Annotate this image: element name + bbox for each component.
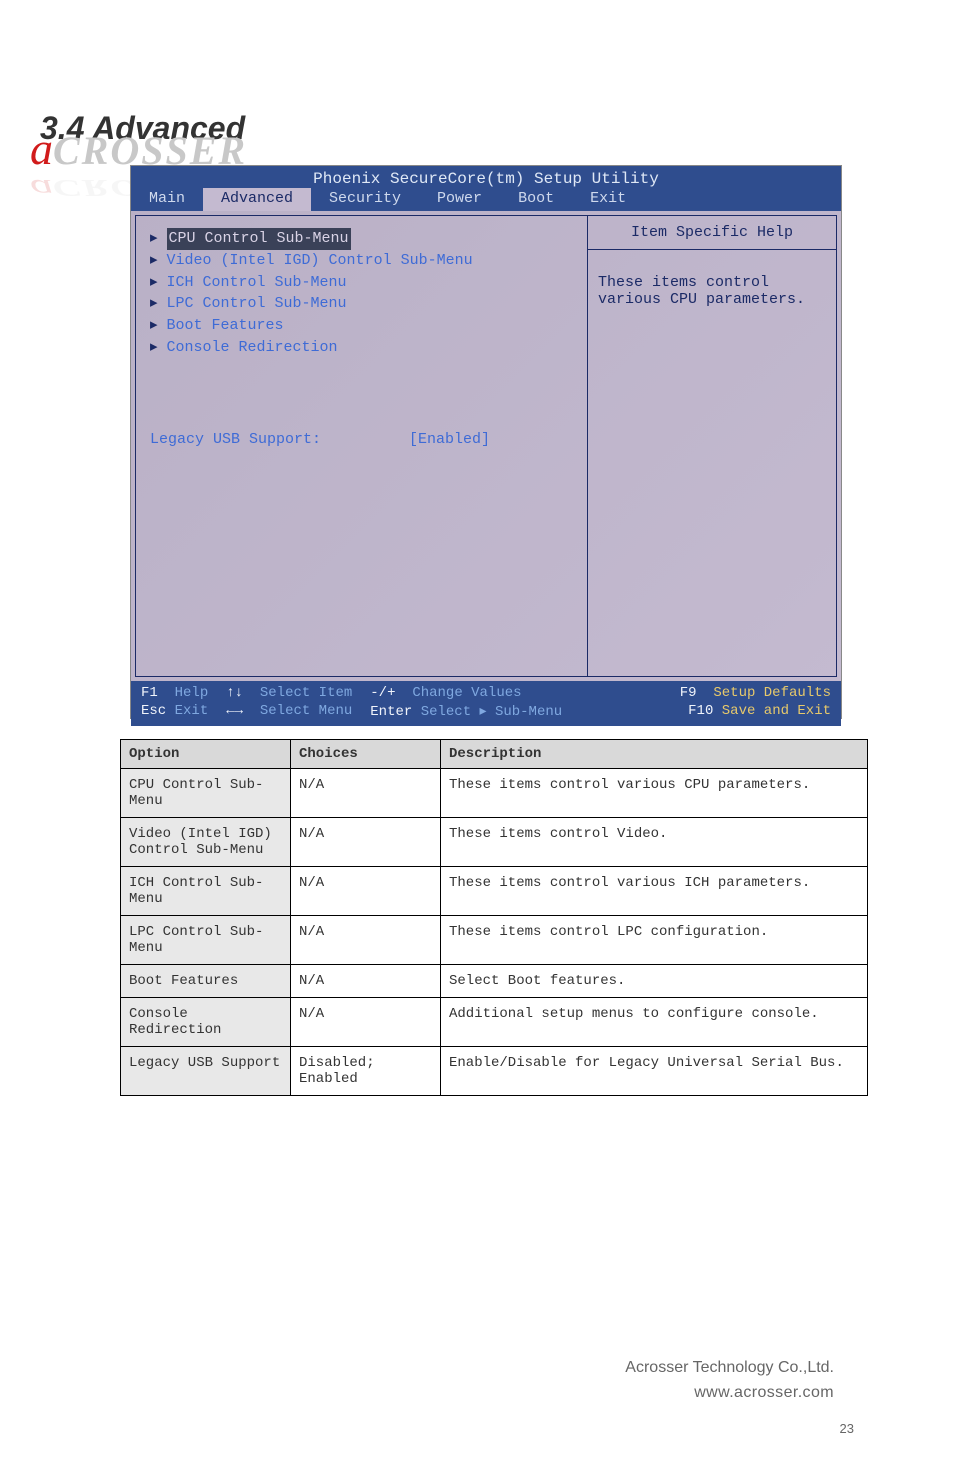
footer-site: www.acrosser.com (625, 1380, 834, 1406)
bios-tab-boot[interactable]: Boot (500, 188, 572, 211)
options-table: Option Choices Description CPU Control S… (120, 739, 868, 1096)
bios-footer: F1 Help ↑↓ Select Item -/+ Change Values… (131, 681, 841, 726)
bios-tab-advanced[interactable]: Advanced (203, 188, 311, 211)
bios-menu-boot-features[interactable]: Boot Features (167, 317, 284, 334)
bios-tab-security[interactable]: Security (311, 188, 419, 211)
table-row: LPC Control Sub-MenuN/AThese items contr… (121, 916, 868, 965)
bios-title: Phoenix SecureCore(tm) Setup Utility (131, 166, 841, 188)
bios-menu-ich[interactable]: ICH Control Sub-Menu (167, 274, 347, 291)
page-footer: Acrosser Technology Co.,Ltd. www.acrosse… (625, 1355, 834, 1406)
table-row: Legacy USB SupportDisabled; EnabledEnabl… (121, 1047, 868, 1096)
bios-tab-power[interactable]: Power (419, 188, 500, 211)
footer-company: Acrosser Technology Co.,Ltd. (625, 1355, 834, 1381)
bios-menu-lpc[interactable]: LPC Control Sub-Menu (167, 295, 347, 312)
bios-left-pane: ▸ CPU Control Sub-Menu ▸ Video (Intel IG… (135, 215, 587, 677)
table-row: CPU Control Sub-MenuN/AThese items contr… (121, 769, 868, 818)
logo-letter-a: a (30, 123, 53, 174)
bios-option-value[interactable]: [Enabled] (409, 431, 490, 448)
page-number: 23 (840, 1421, 854, 1436)
bios-tabs: Main Advanced Security Power Boot Exit (131, 188, 841, 211)
bios-menu-video[interactable]: Video (Intel IGD) Control Sub-Menu (167, 252, 473, 269)
table-row: ICH Control Sub-MenuN/AThese items contr… (121, 867, 868, 916)
th-option: Option (121, 740, 291, 769)
bios-menu-cpu[interactable]: CPU Control Sub-Menu (167, 228, 351, 250)
th-choices: Choices (291, 740, 441, 769)
bios-help-title: Item Specific Help (588, 216, 836, 250)
bios-menu-console[interactable]: Console Redirection (167, 339, 338, 356)
table-row: Console RedirectionN/AAdditional setup m… (121, 998, 868, 1047)
bios-tab-main[interactable]: Main (131, 188, 203, 211)
table-row: Boot FeaturesN/ASelect Boot features. (121, 965, 868, 998)
bios-option-label: Legacy USB Support: (150, 429, 400, 451)
bios-screenshot: Phoenix SecureCore(tm) Setup Utility Mai… (130, 165, 842, 719)
bios-help-text: These items control various CPU paramete… (588, 250, 836, 332)
bios-right-pane: Item Specific Help These items control v… (587, 215, 837, 677)
bios-tab-exit[interactable]: Exit (572, 188, 644, 211)
table-row: Video (Intel IGD) Control Sub-MenuN/AThe… (121, 818, 868, 867)
th-description: Description (441, 740, 868, 769)
